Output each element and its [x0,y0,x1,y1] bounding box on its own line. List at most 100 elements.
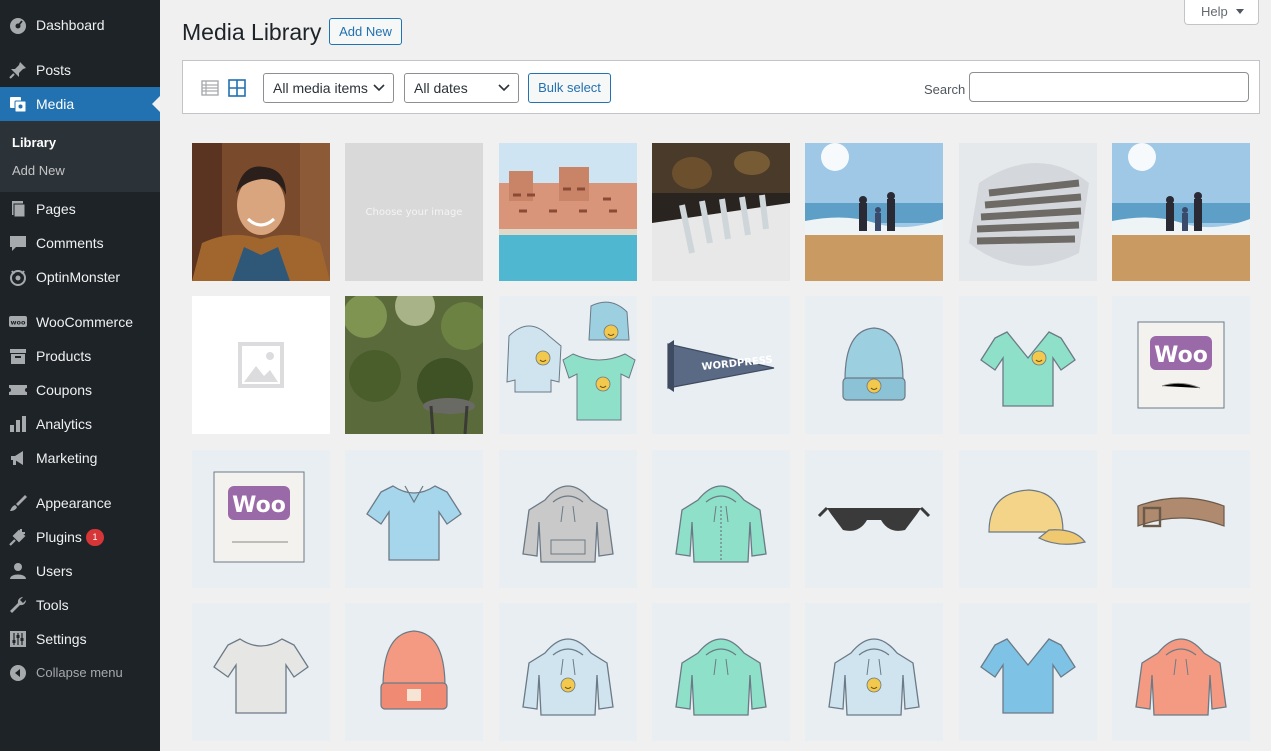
media-tile-hoodie-lightblue[interactable] [805,603,943,741]
sidebar-item-posts[interactable]: Posts [0,53,160,87]
sidebar-item-label: Posts [36,62,71,78]
help-label: Help [1201,4,1228,19]
sliders-icon [8,629,28,649]
sidebar-item-pages[interactable]: Pages [0,192,160,226]
media-tile-beanie-orange[interactable] [345,603,483,741]
media-tile-sunglasses[interactable] [805,450,943,588]
chevron-down-icon [498,83,510,93]
media-thumbnail [805,296,943,434]
placeholder-caption: Choose your image [366,207,463,218]
caret-down-icon [1236,9,1244,14]
media-tile-beanie-blue[interactable] [805,296,943,434]
media-tile-image-placeholder[interactable] [192,296,330,434]
media-tile-woo-single[interactable]: Woo [1112,296,1250,434]
media-tile-woo-album[interactable]: Woo [192,450,330,588]
bulk-select-button[interactable]: Bulk select [528,73,611,103]
media-thumbnail [805,603,943,741]
media-thumbnail [192,296,330,434]
media-tile-belt[interactable] [1112,450,1250,588]
sidebar-item-media[interactable]: Media [0,87,160,121]
media-tile-vneck-blue[interactable] [959,603,1097,741]
sidebar-item-coupons[interactable]: Coupons [0,373,160,407]
add-new-button[interactable]: Add New [329,18,402,45]
media-thumbnail [652,450,790,588]
media-type-filter-select[interactable]: All media items [263,73,394,103]
sidebar-item-label: Dashboard [36,17,105,33]
pages-icon [8,199,28,219]
sidebar-item-label: Marketing [36,450,97,466]
sidebar-item-dashboard[interactable]: Dashboard [0,8,160,42]
search-input[interactable] [969,72,1249,102]
media-thumbnail [499,296,637,434]
sidebar-item-label: Tools [36,597,69,613]
media-toolbar: All media items All dates Bulk select Se… [182,60,1260,114]
date-filter-select[interactable]: All dates [404,73,519,103]
dashboard-icon [8,15,28,35]
media-tile-polo-blue[interactable] [345,450,483,588]
media-thumbnail [1112,603,1250,741]
paintbrush-icon [8,493,28,513]
media-tile-hoodie-green[interactable] [652,603,790,741]
submenu-item-library[interactable]: Library [12,135,56,151]
media-tile-hoodie-lightblue[interactable] [499,603,637,741]
media-tile-tshirt-green[interactable] [959,296,1097,434]
sidebar-item-woocommerce[interactable]: wooWooCommerce [0,305,160,339]
list-view-icon[interactable] [200,78,220,98]
media-submenu: Library Add New [0,121,160,192]
search-label: Search [924,82,965,97]
date-filter-value: All dates [414,80,468,96]
media-thumbnail: Choose your image [345,143,483,281]
woo-logo-text: Woo [232,493,286,518]
media-thumbnail [345,450,483,588]
media-tile-cap-yellow[interactable] [959,450,1097,588]
submenu-item-add-new[interactable]: Add New [12,163,65,179]
media-tile-beach[interactable] [805,143,943,281]
megaphone-icon [8,448,28,468]
media-tile-portrait[interactable] [192,143,330,281]
media-thumbnail [499,450,637,588]
media-tile-hoodie-set[interactable] [499,296,637,434]
media-thumbnail [345,296,483,434]
sidebar-item-settings[interactable]: Settings [0,622,160,656]
chevron-down-icon [373,83,385,93]
media-tile-placeholder-text[interactable]: Choose your image [345,143,483,281]
sidebar-item-marketing[interactable]: Marketing [0,441,160,475]
media-thumbnail [192,603,330,741]
media-tile-hotel[interactable] [499,143,637,281]
sidebar-item-label: Comments [36,235,104,251]
sidebar-item-products[interactable]: Products [0,339,160,373]
media-tile-pillow[interactable] [959,143,1097,281]
sidebar-item-comments[interactable]: Comments [0,226,160,260]
sidebar-item-users[interactable]: Users [0,554,160,588]
media-tile-glasses[interactable] [652,143,790,281]
media-thumbnail [652,143,790,281]
media-tile-hoodie-orange[interactable] [1112,603,1250,741]
help-tab-button[interactable]: Help [1184,0,1259,25]
admin-sidebar: Dashboard Posts Media Pages Comments OptinMon… [0,0,160,751]
sidebar-item-analytics[interactable]: Analytics [0,407,160,441]
media-tile-zip-hoodie-green[interactable] [652,450,790,588]
sidebar-item-plugins[interactable]: Plugins1 [0,520,160,554]
sidebar-item-tools[interactable]: Tools [0,588,160,622]
media-tile-garden[interactable] [345,296,483,434]
sidebar-item-label: Appearance [36,495,112,511]
media-type-filter-value: All media items [273,80,368,96]
sidebar-item-label: Users [36,563,73,579]
media-tile-pennant[interactable]: WORDPRESS [652,296,790,434]
user-icon [8,561,28,581]
media-tile-hoodie-gray[interactable] [499,450,637,588]
media-thumbnail [652,603,790,741]
media-thumbnail [959,603,1097,741]
sidebar-item-label: Coupons [36,382,92,398]
media-tile-beach[interactable] [1112,143,1250,281]
woo-logo-text: Woo [1154,343,1208,368]
sidebar-item-optinmonster[interactable]: OptinMonster [0,260,160,294]
grid-view-icon[interactable] [227,78,247,98]
sidebar-item-label: Media [36,96,74,112]
media-tile-tshirt-gray[interactable] [192,603,330,741]
bar-chart-icon [8,414,28,434]
sidebar-item-appearance[interactable]: Appearance [0,486,160,520]
media-thumbnail [499,603,637,741]
media-thumbnail: WORDPRESS [652,296,790,434]
collapse-menu-button[interactable]: Collapse menu [0,656,160,690]
